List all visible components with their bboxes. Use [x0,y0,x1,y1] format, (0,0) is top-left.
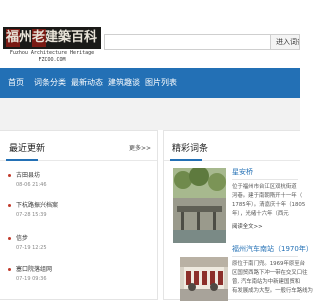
title-accent [170,159,202,161]
update-title[interactable]: 下杭路振兴档案 [16,201,58,210]
nav-item-home[interactable]: 首页 [8,68,24,98]
update-title[interactable]: 古田县坊 [16,171,40,180]
bullet-icon [8,237,11,240]
featured-entries-panel: 精彩词条 星安桥 位于福州市台江区双杭街道 河巷。建于南朝隋开十一年（ 1785… [163,130,313,301]
read-more-link[interactable]: 阅读全文>> [232,223,263,232]
featured-entry-excerpt: 有发展成为大型。一般行车路线为 [232,288,313,294]
featured-entry-excerpt: 曾, 汽车南站为中新建国贸和 [232,279,301,285]
logo-char: 州 [19,30,33,45]
nav-item-image-list[interactable]: 图片列表 [145,68,177,98]
logo-subtitle: Fuzhou Architecture Heritage [9,50,95,56]
divider [232,256,298,257]
search-button[interactable]: 进入词条 [271,34,300,50]
site-logo[interactable]: 福 州 老 建 築 百 科 Fuzhou Architecture Herita… [3,27,101,65]
nav-item-news[interactable]: 最新动态 [71,68,103,98]
logo-char: 築 [58,30,72,45]
featured-entry-excerpt: 年），光绪十六年（西元 [232,211,289,217]
featured-entry-title[interactable]: 福州汽车南站（1970年） [232,244,313,254]
featured-entry-title[interactable]: 星安桥 [232,167,253,177]
main-nav: 首页 词条分类 最新动态 建筑趣谈 图片列表 [0,68,300,98]
featured-entry-excerpt: 原位于南门兜。1969年原至台 [232,261,306,267]
title-accent [6,159,38,161]
logo-char: 福 [6,30,20,45]
search-input[interactable] [104,34,271,50]
update-title[interactable]: 塞口院落组网 [16,265,52,274]
featured-entry-excerpt: 河巷。建于南朝隋开十一年（ [232,193,303,199]
logo-char: 建 [45,30,59,45]
logo-banner: 福 州 老 建 築 百 科 [3,27,101,49]
nav-item-categories[interactable]: 词条分类 [34,68,66,98]
featured-entry-excerpt: 位于福州市台江区双杭街道 [232,184,297,190]
divider [232,179,298,180]
list-item[interactable]: 下杭路振兴档案 07-28 15:39 [8,201,148,225]
content-band [0,98,300,130]
featured-entry-excerpt: 区国贸西路下冲一带在交叉口往 [232,270,308,276]
logo-char: 老 [32,30,46,45]
bridge-photo[interactable] [173,168,226,243]
logo-url: FZCOO.COM [38,57,66,63]
bullet-icon [8,174,11,177]
latest-updates-panel: 最近更新 更多>> 古田县坊 08-06 21:46 下杭路振兴档案 07-28… [0,130,158,300]
logo-char: 科 [84,30,98,45]
bullet-icon [8,204,11,207]
list-item[interactable]: 信步 07-19 12:25 [8,234,148,258]
update-time: 07-19 09:36 [16,276,47,282]
bus-station-photo[interactable] [180,257,228,301]
list-item[interactable]: 古田县坊 08-06 21:46 [8,171,148,195]
update-title[interactable]: 信步 [16,234,28,243]
update-time: 07-19 12:25 [16,245,47,251]
featured-entries-title: 精彩词条 [172,144,209,154]
update-time: 07-28 15:39 [16,212,47,218]
bullet-icon [8,268,11,271]
nav-item-architecture-talk[interactable]: 建筑趣谈 [108,68,140,98]
featured-entry-excerpt: 1785年）。清嘉庆十年（1805 [232,202,306,208]
latest-updates-more-link[interactable]: 更多>> [129,143,151,152]
logo-char: 百 [71,30,85,45]
update-time: 08-06 21:46 [16,182,47,188]
list-item[interactable]: 塞口院落组网 07-19 09:36 [8,265,148,289]
latest-updates-title: 最近更新 [9,144,46,154]
site-header: 福 州 老 建 築 百 科 Fuzhou Architecture Herita… [0,0,300,68]
